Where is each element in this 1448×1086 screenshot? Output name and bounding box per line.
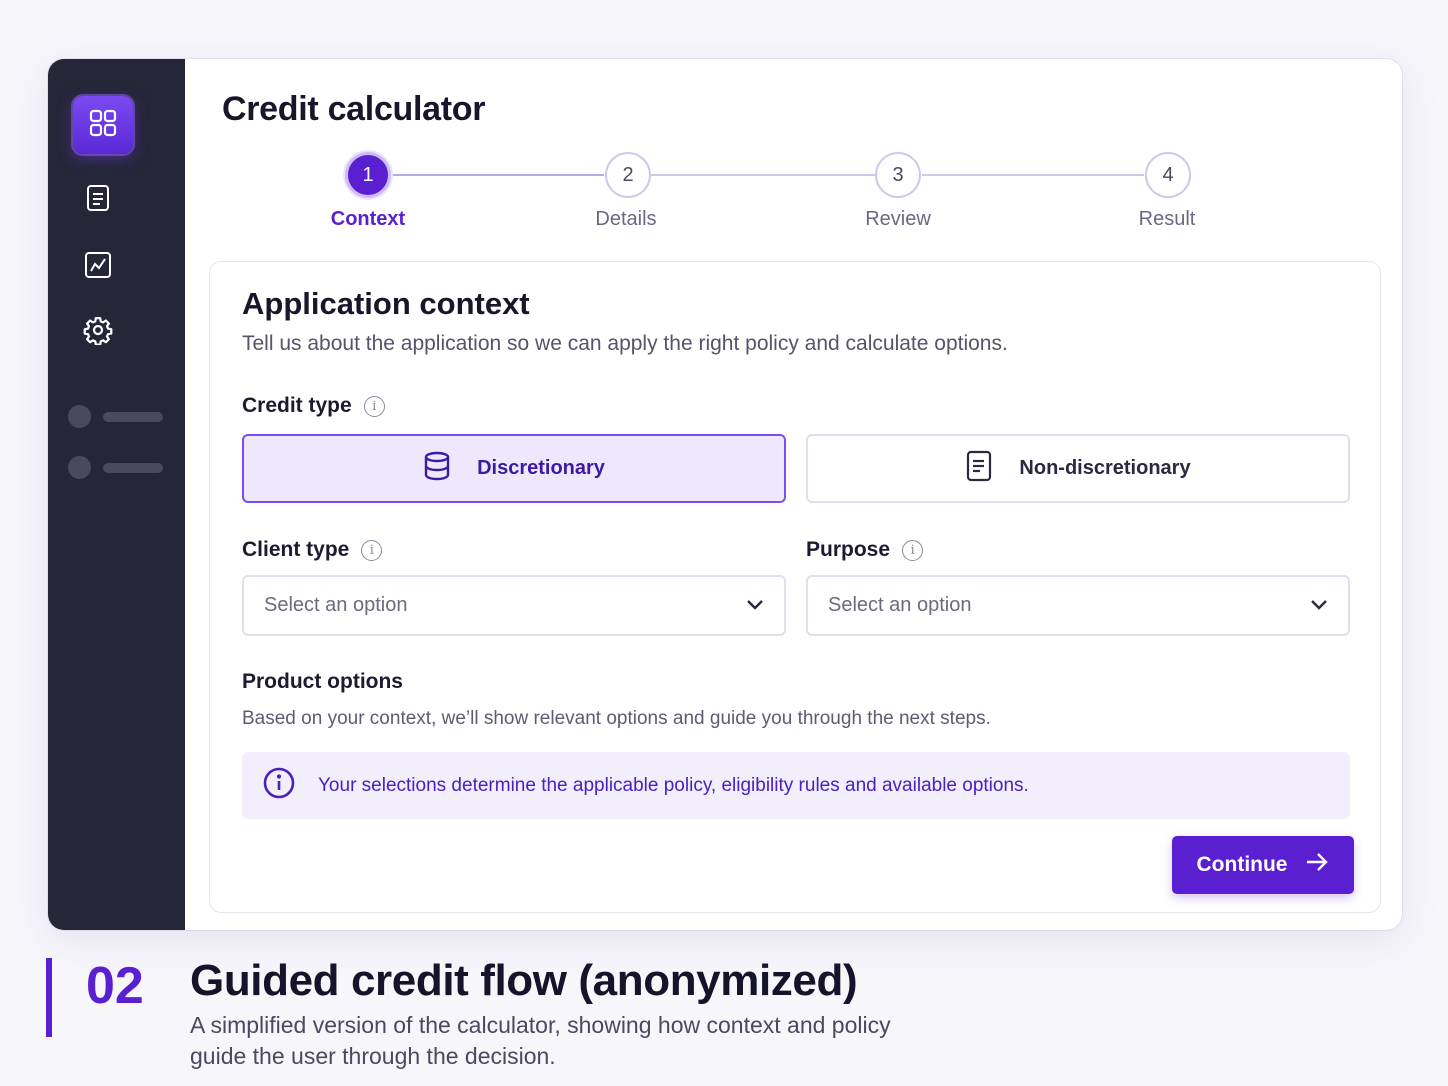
sidebar-item-dashboard[interactable] — [73, 96, 133, 154]
chevron-down-icon — [1310, 594, 1328, 617]
step-3-circle[interactable]: 3 — [875, 152, 921, 198]
app-window: Credit calculator 1 2 3 4 Context Detail… — [48, 59, 1402, 930]
caption-title: Guided credit flow (anonymized) — [190, 956, 858, 1005]
sidebar — [48, 59, 185, 930]
card-title: Application context — [242, 286, 530, 321]
client-type-select[interactable]: Select an option — [242, 575, 786, 636]
dashboard-grid-icon — [88, 108, 118, 143]
purpose-label-text: Purpose — [806, 538, 891, 561]
stepper-connector — [651, 174, 875, 176]
chart-icon — [84, 251, 112, 284]
info-icon[interactable]: i — [361, 539, 383, 561]
page-title: Credit calculator — [222, 90, 486, 128]
product-options-title: Product options — [242, 670, 403, 693]
step-1-circle[interactable]: 1 — [345, 152, 391, 198]
purpose-placeholder: Select an option — [828, 594, 972, 616]
caption-number: 02 — [86, 957, 144, 1015]
purpose-select[interactable]: Select an option — [806, 575, 1350, 636]
sidebar-placeholder-item — [68, 405, 163, 428]
info-banner-text: Your selections determine the applicable… — [318, 774, 1029, 796]
sidebar-item-settings[interactable] — [80, 314, 116, 350]
sidebar-item-documents[interactable] — [80, 182, 116, 218]
info-circle-icon — [262, 766, 296, 806]
step-4-circle[interactable]: 4 — [1145, 152, 1191, 198]
step-3-label[interactable]: Review — [818, 208, 978, 231]
continue-button[interactable]: Continue — [1172, 836, 1354, 894]
step-4-label[interactable]: Result — [1087, 208, 1247, 231]
caption-accent-bar — [46, 958, 52, 1037]
client-type-placeholder: Select an option — [264, 594, 408, 616]
arrow-right-icon — [1305, 852, 1329, 878]
continue-label: Continue — [1196, 853, 1288, 876]
chevron-down-icon — [746, 594, 764, 617]
document-icon — [965, 450, 993, 488]
stepper-connector — [392, 174, 604, 176]
credit-type-discretionary-option[interactable]: Discretionary — [242, 434, 786, 503]
database-icon — [423, 451, 451, 487]
credit-type-label-text: Credit type — [242, 394, 352, 417]
stepper: 1 2 3 4 Context Details Review Result — [185, 152, 1402, 242]
caption-description: A simplified version of the calculator, … — [190, 1012, 891, 1069]
document-icon — [85, 184, 111, 217]
step-2-circle[interactable]: 2 — [605, 152, 651, 198]
client-type-label: Client type i — [242, 538, 383, 562]
gear-icon — [83, 315, 113, 350]
product-options-subtitle: Based on your context, we’ll show releva… — [242, 708, 991, 729]
main-content: Credit calculator 1 2 3 4 Context Detail… — [185, 59, 1402, 930]
discretionary-label: Discretionary — [477, 457, 605, 479]
step-2-label[interactable]: Details — [546, 208, 706, 231]
sidebar-placeholder-item — [68, 456, 163, 479]
step-1-label[interactable]: Context — [288, 208, 448, 231]
client-type-label-text: Client type — [242, 538, 350, 561]
credit-type-label: Credit type i — [242, 394, 385, 418]
info-banner: Your selections determine the applicable… — [242, 752, 1350, 819]
info-icon[interactable]: i — [902, 539, 924, 561]
stepper-connector — [922, 174, 1144, 176]
card-subtitle: Tell us about the application so we can … — [242, 332, 1008, 355]
non-discretionary-label: Non-discretionary — [1019, 457, 1191, 479]
application-context-card: Application context Tell us about the ap… — [209, 261, 1381, 913]
sidebar-item-analytics[interactable] — [80, 249, 116, 285]
credit-type-non-discretionary-option[interactable]: Non-discretionary — [806, 434, 1350, 503]
info-icon[interactable]: i — [363, 395, 385, 417]
purpose-label: Purpose i — [806, 538, 924, 562]
